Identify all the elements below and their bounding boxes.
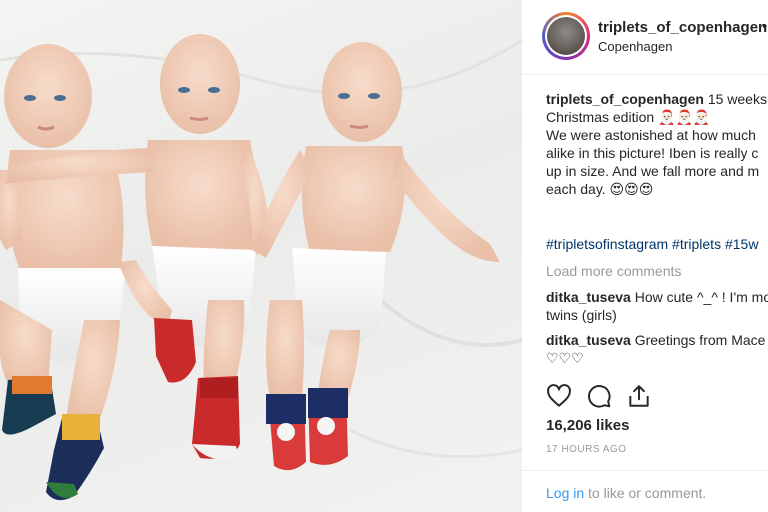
post-timestamp[interactable]: 17 HOURS AGO [546, 444, 626, 455]
caption-line-6: each day. 😍😍😍 [546, 181, 654, 197]
login-prompt-text: to like or comment. [584, 485, 707, 501]
caption-line-1: 15 weeks [707, 91, 767, 107]
comment-text: How cute ^_^ ! I'm mo [634, 289, 768, 305]
heart-icon [547, 384, 571, 407]
login-footer: Log in to like or comment. [522, 470, 768, 512]
comment-text-continued: twins (girls) [546, 307, 617, 323]
comment-item: ditka_tuseva How cute ^_^ ! I'm mo twins… [546, 288, 768, 324]
likes-count[interactable]: 16,206 likes [546, 417, 629, 434]
caption-username[interactable]: triplets_of_copenhagen [546, 91, 704, 107]
comment-item: ditka_tuseva Greetings from Mace ♡♡♡ [546, 331, 768, 367]
login-link[interactable]: Log in [546, 485, 584, 501]
triplets-photo-illustration [0, 34, 522, 501]
share-icon [629, 385, 649, 407]
caption-line-2: Christmas edition 🎅🏻🎅🏻🎅🏻 [546, 109, 711, 125]
share-button[interactable] [626, 383, 652, 409]
avatar-photo-frame [545, 15, 587, 57]
location-link[interactable]: Copenhagen [598, 39, 672, 54]
comment-text: Greetings from Mace [634, 332, 766, 348]
login-prompt: Log in to like or comment. [546, 485, 706, 501]
like-button[interactable] [546, 383, 572, 409]
header-separator: • [762, 18, 768, 35]
caption-line-3: We were astonished at how much [546, 127, 756, 143]
comment-icon [588, 385, 611, 408]
caption-line-4: alike in this picture! Iben is really c [546, 145, 759, 161]
post-photo[interactable] [0, 0, 522, 512]
caption: triplets_of_copenhagen 15 weeks Christma… [546, 90, 768, 198]
load-more-comments-button[interactable]: Load more comments [546, 263, 681, 279]
comment-text-continued: ♡♡♡ [546, 350, 584, 366]
post-header: triplets_of_copenhagen • Copenhagen [522, 0, 768, 75]
comment-username[interactable]: ditka_tuseva [546, 332, 631, 348]
caption-line-5: up in size. And we fall more and m [546, 163, 760, 179]
comment-button[interactable] [586, 383, 612, 409]
avatar-photo [547, 17, 585, 55]
avatar[interactable] [542, 12, 590, 60]
hashtags[interactable]: #tripletsofinstagram #triplets #15w [546, 236, 758, 252]
comment-username[interactable]: ditka_tuseva [546, 289, 631, 305]
baby-right [252, 42, 500, 471]
author-username[interactable]: triplets_of_copenhagen [598, 19, 767, 36]
post-side-panel: triplets_of_copenhagen • Copenhagen trip… [522, 0, 768, 512]
baby-left [0, 44, 126, 501]
